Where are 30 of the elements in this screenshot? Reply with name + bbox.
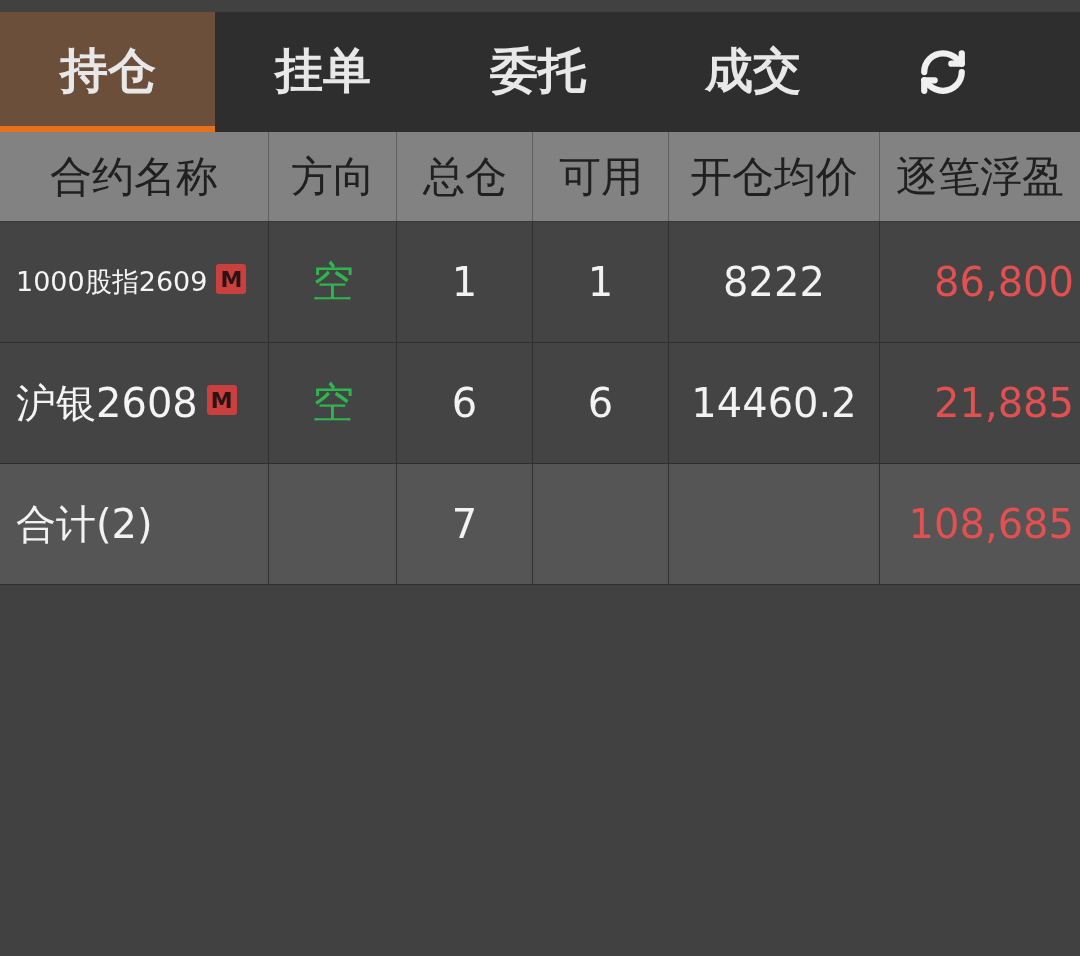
tab[interactable]: 持仓 bbox=[0, 12, 215, 132]
table-cell: 1 bbox=[533, 222, 669, 342]
contract-tag: M bbox=[216, 264, 247, 294]
table-cell: 空 bbox=[269, 343, 397, 463]
refresh-icon[interactable] bbox=[918, 47, 968, 97]
contract-name: 沪银2608 bbox=[16, 378, 198, 428]
table-row[interactable]: 沪银2608 M 空 6 6 14460.2 21,885 bbox=[0, 343, 1080, 464]
column-header: 合约名称 bbox=[0, 132, 269, 221]
table-cell: 6 bbox=[533, 343, 669, 463]
table-cell: 空 bbox=[269, 222, 397, 342]
table-cell: 8222 bbox=[669, 222, 880, 342]
table-cell: 14460.2 bbox=[669, 343, 880, 463]
tab[interactable]: 委托 bbox=[430, 12, 645, 132]
table-cell-text: 21,885 bbox=[933, 379, 1075, 428]
column-header: 方向 bbox=[269, 132, 397, 221]
column-header: 总仓 bbox=[397, 132, 533, 221]
table-cell: 7 bbox=[397, 464, 533, 584]
contract-name: 1000股指2609 bbox=[16, 265, 208, 299]
table-row[interactable]: 1000股指2609 M 空 1 1 8222 86,800 bbox=[0, 222, 1080, 343]
column-header: 逐笔浮盈 bbox=[895, 150, 1065, 203]
table-cell-text: 86,800 bbox=[933, 258, 1075, 307]
tab[interactable]: 成交 bbox=[645, 12, 860, 132]
table-cell: 合计(2) bbox=[0, 464, 269, 584]
table-cell: 1 bbox=[397, 222, 533, 342]
table-cell: 6 bbox=[397, 343, 533, 463]
tab[interactable]: 挂单 bbox=[215, 12, 430, 132]
column-header: 开仓均价 bbox=[669, 132, 880, 221]
contract-tag: M bbox=[206, 385, 237, 415]
column-header: 可用 bbox=[533, 132, 669, 221]
table-cell-text: 108,685 bbox=[907, 500, 1075, 549]
